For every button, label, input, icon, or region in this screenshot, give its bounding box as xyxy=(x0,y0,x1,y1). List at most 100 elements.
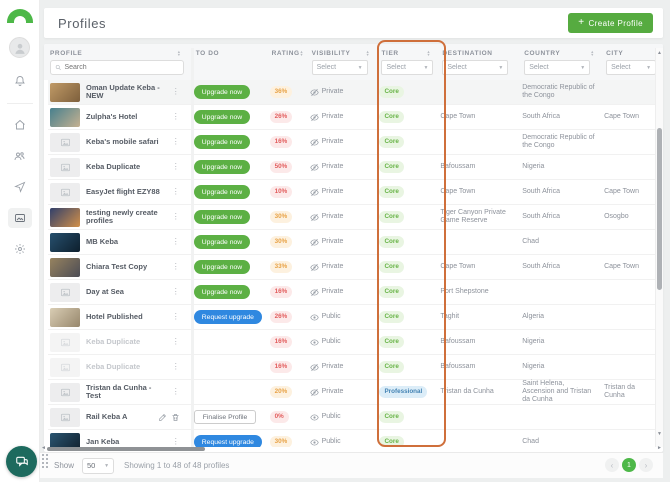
todo-cell: Request upgrade xyxy=(194,430,270,447)
sort-icon-rating[interactable]: ▲▼ xyxy=(300,51,304,57)
rating-badge: 16% xyxy=(270,336,293,347)
sort-icon-country[interactable]: ▲▼ xyxy=(590,51,594,57)
destination-filter[interactable]: Select ▼ xyxy=(442,60,508,75)
scroll-up-icon[interactable]: ▲ xyxy=(657,50,662,56)
profile-search[interactable] xyxy=(50,60,184,75)
visibility-filter-value: Select xyxy=(317,64,336,71)
destination-filter-value: Select xyxy=(447,64,466,71)
todo-button[interactable]: Upgrade now xyxy=(194,260,250,274)
table-row[interactable]: Keba Duplicate ⋮ Upgrade now 50% xyxy=(48,155,663,180)
country-filter[interactable]: Select ▼ xyxy=(524,60,590,75)
user-avatar[interactable] xyxy=(9,37,30,58)
eye-off-icon xyxy=(310,388,319,397)
country-cell: South Africa xyxy=(522,180,604,204)
scroll-left-icon[interactable]: ◄ xyxy=(41,445,46,451)
column-label-country: COUNTRY xyxy=(524,50,560,57)
sidebar-item-send[interactable] xyxy=(8,177,32,197)
row-menu-icon[interactable]: ⋮ xyxy=(172,312,180,321)
tier-cell: Core xyxy=(379,105,440,129)
tier-badge: Core xyxy=(379,211,403,222)
notifications-bell-icon[interactable] xyxy=(8,71,32,91)
table-row[interactable]: Chiara Test Copy ⋮ Upgrade now 33% xyxy=(48,255,663,280)
todo-button[interactable]: Upgrade now xyxy=(194,235,250,249)
pagination-prev-button[interactable]: ‹ xyxy=(605,458,619,472)
rating-badge: 0% xyxy=(270,411,289,422)
profile-name: Keba's mobile safari xyxy=(86,138,166,146)
visibility-cell: Private xyxy=(310,130,380,154)
row-menu-icon[interactable]: ⋮ xyxy=(172,362,180,371)
delete-icon[interactable] xyxy=(171,413,180,422)
table-row[interactable]: MB Keba ⋮ Upgrade now 30% xyxy=(48,230,663,255)
vertical-scrollbar[interactable]: ▲ ▼ xyxy=(655,48,663,447)
chat-button[interactable] xyxy=(6,446,37,477)
column-label-city: CITY xyxy=(606,50,623,57)
row-menu-icon[interactable]: ⋮ xyxy=(172,162,180,171)
table-row[interactable]: Keba Duplicate ⋮ 16% Pri xyxy=(48,355,663,380)
rating-badge: 26% xyxy=(270,311,293,322)
column-label-visibility: VISIBILITY xyxy=(312,50,351,57)
table-row[interactable]: testing newly create profiles ⋮ Upgrade … xyxy=(48,205,663,230)
city-filter[interactable]: Select ▼ xyxy=(606,60,656,75)
rating-cell: 26% xyxy=(270,305,310,329)
table-row[interactable]: Zulpha's Hotel ⋮ Upgrade now 26% xyxy=(48,105,663,130)
sidebar-item-profiles[interactable] xyxy=(8,208,32,228)
page-size-select[interactable]: 50 ▼ xyxy=(82,458,114,474)
eye-icon xyxy=(310,313,319,322)
todo-button[interactable]: Upgrade now xyxy=(194,185,250,199)
horizontal-scrollbar-handle[interactable] xyxy=(47,447,205,451)
table-row[interactable]: Rail Keba A ⋮ Finalise Profile 0% xyxy=(48,405,663,430)
column-todo: TO DO xyxy=(194,48,270,80)
row-menu-icon[interactable]: ⋮ xyxy=(172,237,180,246)
row-menu-icon[interactable]: ⋮ xyxy=(172,287,180,296)
sort-icon-visibility[interactable]: ▲▼ xyxy=(366,51,370,57)
table-row[interactable]: Oman Update Keba - NEW ⋮ Upgrade now 36% xyxy=(48,80,663,105)
vertical-scrollbar-handle[interactable] xyxy=(657,128,662,290)
sidebar-item-settings[interactable] xyxy=(8,239,32,259)
tier-badge: Core xyxy=(379,361,403,372)
sidebar-item-home[interactable] xyxy=(8,115,32,135)
table-row[interactable]: EasyJet flight EZY88 ⋮ Upgrade now 10% xyxy=(48,180,663,205)
table-row[interactable]: Hotel Published ⋮ Request upgrade 26% xyxy=(48,305,663,330)
row-menu-icon[interactable]: ⋮ xyxy=(172,262,180,271)
todo-cell: Finalise Profile xyxy=(194,405,270,429)
rating-badge: 20% xyxy=(270,386,293,397)
scroll-right-icon[interactable]: ► xyxy=(657,445,662,451)
todo-button[interactable]: Upgrade now xyxy=(194,285,250,299)
horizontal-scrollbar[interactable]: ◄ ► xyxy=(44,446,654,452)
todo-button[interactable]: Upgrade now xyxy=(194,85,250,99)
table-row[interactable]: Day at Sea ⋮ Upgrade now 16% xyxy=(48,280,663,305)
todo-button[interactable]: Upgrade now xyxy=(194,135,250,149)
todo-button[interactable]: Finalise Profile xyxy=(194,410,257,424)
pagination-next-button[interactable]: › xyxy=(639,458,653,472)
drag-handle-icon[interactable] xyxy=(41,453,49,469)
row-menu-icon[interactable]: ⋮ xyxy=(172,187,180,196)
todo-button[interactable]: Upgrade now xyxy=(194,110,250,124)
sort-icon-tier[interactable]: ▲▼ xyxy=(427,51,431,57)
todo-button[interactable]: Upgrade now xyxy=(194,160,250,174)
image-placeholder-icon xyxy=(60,162,71,173)
tier-filter[interactable]: Select ▼ xyxy=(381,60,433,75)
table-row[interactable]: Keba Duplicate ⋮ 16% Pub xyxy=(48,330,663,355)
row-menu-icon[interactable]: ⋮ xyxy=(172,212,180,221)
row-menu-icon[interactable]: ⋮ xyxy=(172,87,180,96)
table-row[interactable]: Tristan da Cunha - Test ⋮ 20% xyxy=(48,380,663,405)
edit-icon[interactable] xyxy=(158,413,167,422)
chevron-down-icon: ▼ xyxy=(498,65,503,71)
table-row[interactable]: Keba's mobile safari ⋮ Upgrade now 16% xyxy=(48,130,663,155)
row-menu-icon[interactable]: ⋮ xyxy=(172,337,180,346)
todo-button[interactable]: Upgrade now xyxy=(194,210,250,224)
todo-button[interactable]: Request upgrade xyxy=(194,310,262,324)
country-cell: Nigeria xyxy=(522,155,604,179)
visibility-filter[interactable]: Select ▼ xyxy=(312,60,368,75)
pagination-page-1[interactable]: 1 xyxy=(622,458,636,472)
search-input[interactable] xyxy=(64,64,179,71)
scroll-down-icon[interactable]: ▼ xyxy=(657,431,662,437)
sort-icon-profile[interactable]: ▲▼ xyxy=(177,51,181,57)
sidebar-item-team[interactable] xyxy=(8,146,32,166)
row-menu-icon[interactable]: ⋮ xyxy=(172,387,180,396)
row-menu-icon[interactable]: ⋮ xyxy=(172,112,180,121)
table-row[interactable]: Jan Keba ⋮ Request upgrade 30% xyxy=(48,430,663,447)
chevron-down-icon: ▼ xyxy=(580,65,585,71)
create-profile-button[interactable]: + Create Profile xyxy=(568,13,653,33)
row-menu-icon[interactable]: ⋮ xyxy=(172,137,180,146)
